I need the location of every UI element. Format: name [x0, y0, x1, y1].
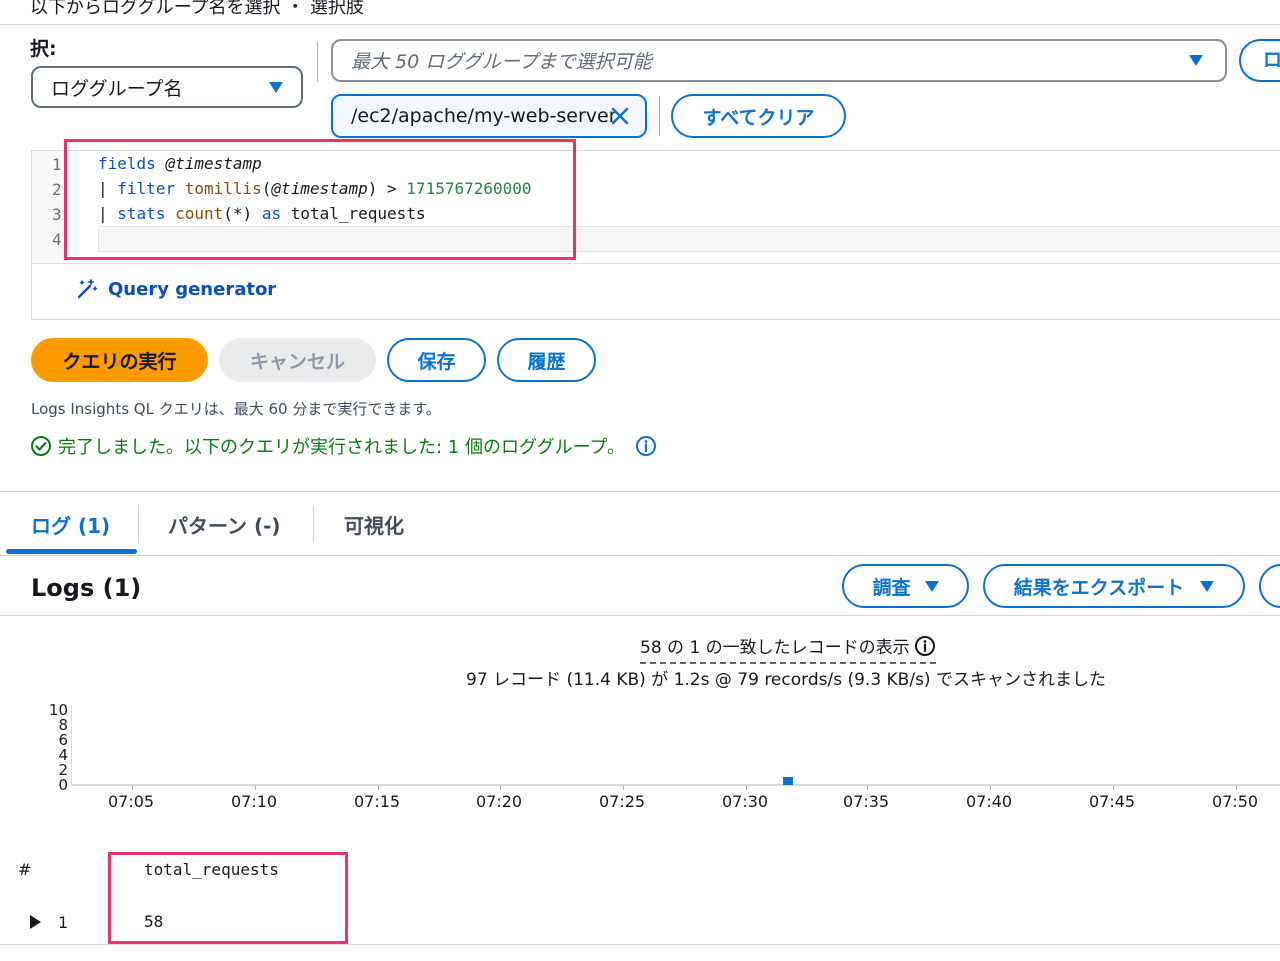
active-tab-indicator [6, 549, 137, 554]
panel-header-divider [0, 615, 1280, 616]
x-tick-label: 07:10 [231, 792, 278, 811]
tab-divider [313, 505, 314, 543]
caret-down-icon [1200, 580, 1215, 592]
x-tick-mark [255, 785, 256, 790]
y-tick-label: 0 [58, 776, 68, 794]
matched-records-summary: 58 の 1 の一致したレコードの表示 [640, 633, 936, 664]
x-tick-mark [500, 785, 501, 790]
success-message: 完了しました。以下のクエリが実行されました: 1 個のロググループ。 [30, 433, 657, 459]
caret-down-icon [269, 82, 283, 93]
selected-log-group-token: /ec2/apache/my-web-server [331, 94, 647, 138]
top-partial-text: 以下からロググループ名を選択 ・ 選択肢 [30, 0, 365, 18]
x-tick-mark [623, 785, 624, 790]
row-index: 1 [58, 913, 69, 932]
highlight-box-query [64, 139, 576, 260]
tabs-bottom-divider [0, 555, 1280, 556]
query-duration-hint: Logs Insights QL クエリは、最大 60 分まで実行できます。 [31, 400, 441, 418]
clear-all-button[interactable]: すべてクリア [671, 94, 846, 138]
export-results-button[interactable]: 結果をエクスポート [983, 564, 1245, 608]
check-circle-icon [30, 435, 52, 457]
expand-row-icon[interactable] [28, 914, 42, 934]
tab-divider [138, 505, 139, 543]
x-tick-label: 07:20 [476, 792, 523, 811]
x-tick-label: 07:50 [1212, 792, 1259, 811]
x-tick-mark [990, 785, 991, 790]
x-tick-mark [1236, 785, 1237, 790]
chart-x-axis [72, 784, 1280, 786]
select-label: 択: [30, 38, 57, 60]
x-tick-label: 07:40 [966, 792, 1013, 811]
token-label: /ec2/apache/my-web-server [351, 105, 617, 127]
x-tick-label: 07:15 [354, 792, 401, 811]
x-tick-mark [746, 785, 747, 790]
query-generator-label: Query generator [108, 278, 277, 300]
run-query-button[interactable]: クエリの実行 [31, 338, 208, 382]
bottom-divider [0, 944, 1280, 945]
caret-down-icon [1189, 55, 1203, 66]
browse-log-groups-button[interactable]: ロ [1239, 39, 1280, 82]
export-label: 結果をエクスポート [1013, 576, 1185, 599]
logs-panel-title: Logs (1) [31, 574, 142, 602]
x-tick-mark [867, 785, 868, 790]
x-tick-mark [378, 785, 379, 790]
investigate-label: 調査 [872, 576, 911, 599]
x-tick-label: 07:05 [108, 792, 155, 811]
close-icon[interactable] [609, 105, 631, 132]
matched-records-text: 58 の 1 の一致したレコードの表示 [640, 638, 910, 658]
x-tick-label: 07:25 [599, 792, 646, 811]
magic-wand-icon [76, 278, 98, 300]
x-tick-label: 07:45 [1089, 792, 1136, 811]
info-icon[interactable] [635, 435, 657, 457]
info-icon[interactable] [914, 635, 936, 657]
x-tick-label: 07:35 [843, 792, 890, 811]
log-group-search-input[interactable]: 最大 50 ロググループまで選択可能 [331, 39, 1227, 82]
divider [659, 96, 660, 136]
chart-bar[interactable] [783, 777, 793, 785]
selection-mode-value: ロググループ名 [51, 77, 183, 100]
history-button[interactable]: 履歴 [497, 338, 596, 382]
section-divider [0, 491, 1280, 492]
log-group-placeholder: 最大 50 ロググループまで選択可能 [351, 51, 652, 73]
tab-patterns[interactable]: パターン (-) [168, 510, 281, 539]
more-actions-button[interactable] [1259, 564, 1280, 608]
highlight-box-result [108, 852, 348, 944]
tab-visualization[interactable]: 可視化 [344, 510, 404, 539]
cancel-button[interactable]: キャンセル [219, 338, 376, 382]
scanned-records-summary: 97 レコード (11.4 KB) が 1.2s @ 79 records/s … [466, 670, 1106, 690]
x-tick-mark [1113, 785, 1114, 790]
save-button[interactable]: 保存 [387, 338, 486, 382]
query-generator-button[interactable]: Query generator [76, 278, 276, 300]
tab-logs[interactable]: ログ (1) [31, 510, 110, 539]
editor-divider [32, 263, 1280, 264]
caret-down-icon [924, 580, 939, 592]
x-tick-mark [132, 785, 133, 790]
top-divider [0, 24, 1280, 25]
x-tick-label: 07:30 [722, 792, 769, 811]
chart-y-axis [71, 705, 72, 785]
success-text: 完了しました。以下のクエリが実行されました: 1 個のロググループ。 [58, 437, 625, 458]
selection-mode-dropdown[interactable]: ロググループ名 [31, 66, 303, 108]
investigate-button[interactable]: 調査 [842, 564, 969, 608]
column-header-index: # [18, 860, 32, 879]
divider [317, 42, 318, 82]
